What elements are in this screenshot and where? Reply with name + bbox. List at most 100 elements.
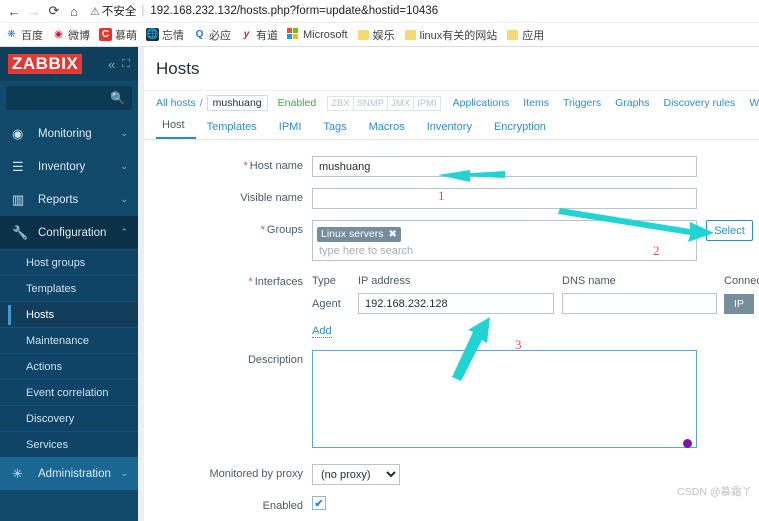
chevron-down-icon: ⌄ <box>120 128 128 138</box>
chevron-double-left-icon[interactable]: « <box>108 57 115 72</box>
interface-type: Agent <box>312 297 341 310</box>
host-form: *Host name Visible name *Groups Linux se… <box>144 140 759 521</box>
sidebar-item-reports[interactable]: ▥ Reports ⌄ <box>0 183 138 216</box>
url-text: 192.168.232.132/hosts.php?form=update&ho… <box>150 5 439 17</box>
tab-host[interactable]: Host <box>156 119 196 139</box>
baidu-icon: ❋ <box>7 28 16 40</box>
sidebar-item-maintenance[interactable]: Maintenance <box>0 327 138 353</box>
sidebar-item-label: Reports <box>38 193 79 206</box>
nav-discovery-rules[interactable]: Discovery rules <box>664 97 736 109</box>
nav-items[interactable]: Items <box>523 97 549 109</box>
chart-icon: ▥ <box>12 191 25 207</box>
close-icon[interactable]: ✖ <box>388 229 396 240</box>
bookmarks-bar: ❋ 百度 ◉ 微博 C 慕萌 🌐 忘情 Q 必应 y 有道 Microsoft <box>0 22 759 46</box>
sidebar-collapse-controls[interactable]: « ⛶ <box>108 57 130 72</box>
nav-applications[interactable]: Applications <box>453 97 510 109</box>
enabled-checkbox[interactable]: ✔ <box>312 496 326 510</box>
sidebar-item-hosts[interactable]: Hosts <box>0 301 138 327</box>
required-marker: * <box>248 276 253 288</box>
bookmark-baidu[interactable]: ❋ 百度 <box>5 27 43 43</box>
sidebar-item-discovery[interactable]: Discovery <box>0 405 138 431</box>
groups-search-placeholder[interactable]: type here to search <box>317 242 692 257</box>
sidebar-subitem-label: Actions <box>26 360 63 373</box>
groups-multiselect[interactable]: Linux servers ✖ type here to search <box>312 220 697 261</box>
interface-ip-input[interactable] <box>358 293 554 314</box>
browser-chrome: ← → ⟳ ⌂ ⚠ 不安全 | 192.168.232.132/hosts.ph… <box>0 0 759 47</box>
tab-inventory[interactable]: Inventory <box>416 121 483 139</box>
bookmark-folder-linux[interactable]: linux有关的网站 <box>404 27 498 43</box>
sidebar-subitem-label: Event correlation <box>26 386 109 399</box>
collapse-panel-icon[interactable]: ⛶ <box>122 58 130 71</box>
add-interface-row: Add <box>312 321 759 339</box>
visible-name-input[interactable] <box>312 188 697 209</box>
breadcrumb-separator: / <box>199 97 203 109</box>
nav-graphs[interactable]: Graphs <box>615 97 649 109</box>
protocol-ipmi: IPMI <box>413 95 441 111</box>
folder-icon <box>506 28 519 41</box>
col-ip-header: IP address <box>358 275 411 287</box>
field-interfaces: * Interfaces Type IP address DNS name Con… <box>144 272 759 339</box>
bookmark-label: 娱乐 <box>372 29 395 42</box>
group-chip[interactable]: Linux servers ✖ <box>317 227 401 242</box>
bookmark-weibo[interactable]: ◉ 微博 <box>52 27 90 43</box>
description-label: Description <box>247 354 303 366</box>
forward-arrow-icon[interactable]: → <box>24 1 44 21</box>
tab-macros[interactable]: Macros <box>358 121 416 139</box>
nav-triggers[interactable]: Triggers <box>563 97 601 109</box>
add-interface-link[interactable]: Add <box>312 325 332 338</box>
connect-to-ip-button[interactable]: IP <box>724 293 754 314</box>
label-text: Interfaces <box>254 276 303 288</box>
status-badge[interactable]: Enabled <box>278 97 317 109</box>
sidebar-item-actions[interactable]: Actions <box>0 353 138 379</box>
search-input[interactable]: 🔍 <box>6 86 132 110</box>
back-arrow-icon[interactable]: ← <box>4 1 24 21</box>
sidebar-item-administration[interactable]: ✳ Administration ⌄ <box>0 457 138 490</box>
col-connect-header: Connec <box>724 275 759 287</box>
breadcrumb-host-name[interactable]: mushuang <box>206 95 268 111</box>
sidebar-item-inventory[interactable]: ☰ Inventory ⌄ <box>0 150 138 183</box>
proxy-select[interactable]: (no proxy) <box>312 464 400 485</box>
home-icon[interactable]: ⌂ <box>64 1 84 21</box>
sidebar-subitem-label: Discovery <box>26 412 75 425</box>
sidebar-item-configuration[interactable]: 🔧 Configuration ⌃ <box>0 216 138 249</box>
folder-icon <box>357 28 370 41</box>
tab-templates[interactable]: Templates <box>196 121 268 139</box>
breadcrumb-all-hosts[interactable]: All hosts <box>156 97 196 109</box>
bookmark-label: 有道 <box>256 29 278 42</box>
bookmark-bing[interactable]: Q 必应 <box>193 27 231 43</box>
tab-tags[interactable]: Tags <box>312 121 357 139</box>
interface-dns-input[interactable] <box>562 293 717 314</box>
description-textarea[interactable] <box>312 350 697 448</box>
sidebar-subitem-label: Templates <box>26 282 77 295</box>
sidebar-item-templates[interactable]: Templates <box>0 275 138 301</box>
sidebar-item-services[interactable]: Services <box>0 431 138 457</box>
bookmark-youdao[interactable]: y 有道 <box>240 27 278 43</box>
tab-ipmi[interactable]: IPMI <box>268 121 313 139</box>
globe-icon: 🌐 <box>146 28 159 41</box>
bookmark-wangqing[interactable]: 🌐 忘情 <box>146 27 184 43</box>
nav-web-scenarios[interactable]: W <box>749 97 759 109</box>
main-content: Hosts All hosts / mushuang Enabled ZBX S… <box>138 47 759 521</box>
tab-encryption[interactable]: Encryption <box>483 121 557 139</box>
address-bar[interactable]: ⚠ 不安全 | 192.168.232.132/hosts.php?form=u… <box>90 1 755 21</box>
sidebar-subitem-label: Hosts <box>26 308 55 321</box>
bookmark-microsoft[interactable]: Microsoft <box>287 28 348 41</box>
bookmark-label: 微博 <box>68 29 90 42</box>
sidebar-item-host-groups[interactable]: Host groups <box>0 249 138 275</box>
bookmark-muci[interactable]: C 慕萌 <box>99 27 137 43</box>
select-button[interactable]: Select <box>706 220 753 241</box>
sidebar-item-event-correlation[interactable]: Event correlation <box>0 379 138 405</box>
sidebar-item-label: Configuration <box>38 226 107 239</box>
bookmark-folder-apps[interactable]: 应用 <box>506 27 544 43</box>
zabbix-logo: ZABBIX <box>8 54 83 74</box>
bookmark-label: linux有关的网站 <box>419 29 498 42</box>
bookmark-label: Microsoft <box>303 28 348 41</box>
bookmark-label: 慕萌 <box>115 29 137 42</box>
muci-icon: C <box>99 28 112 41</box>
reload-icon[interactable]: ⟳ <box>44 1 64 21</box>
field-groups: * Groups Linux servers ✖ type here to sea… <box>144 220 759 261</box>
sidebar-item-monitoring[interactable]: ◉ Monitoring ⌄ <box>0 117 138 150</box>
bookmark-folder-entertainment[interactable]: 娱乐 <box>357 27 395 43</box>
host-name-input[interactable] <box>312 156 697 177</box>
chevron-up-icon: ⌃ <box>120 227 128 237</box>
